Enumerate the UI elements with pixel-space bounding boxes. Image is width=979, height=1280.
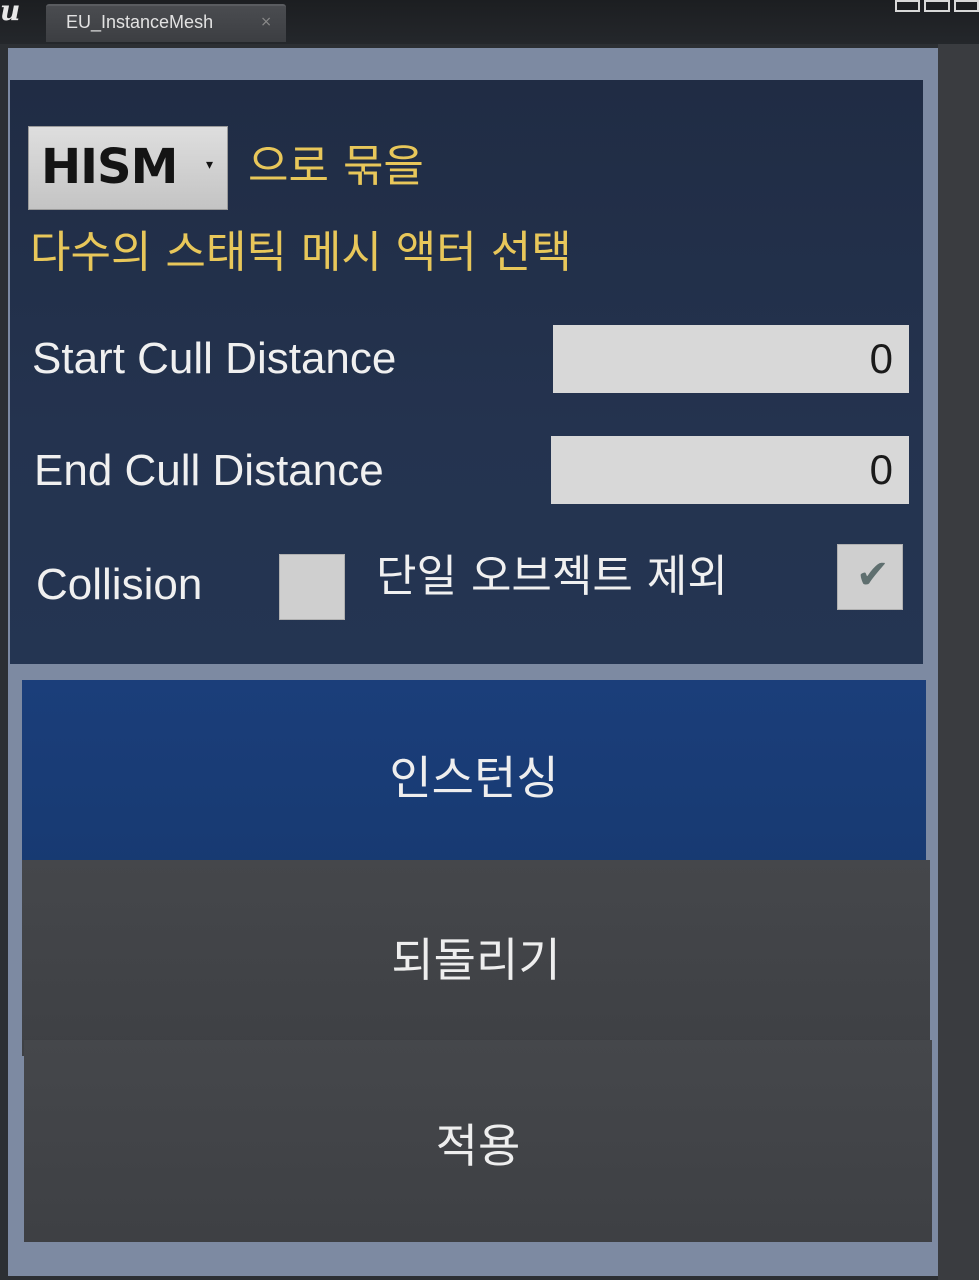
exclude-single-checkbox[interactable]: ✔ xyxy=(837,544,903,610)
app-logo-icon: u xyxy=(0,0,21,27)
window-controls xyxy=(895,0,979,14)
tab-eu-instancemesh[interactable]: EU_InstanceMesh × xyxy=(46,4,286,42)
instruction-text: 다수의 스태틱 메시 액터 선택 xyxy=(30,227,572,278)
group-type-selected: HISM xyxy=(41,139,178,195)
end-cull-input[interactable] xyxy=(551,436,909,504)
revert-button-label: 되돌리기 xyxy=(391,933,561,987)
apply-button-label: 적용 xyxy=(435,1119,521,1173)
end-cull-label: End Cull Distance xyxy=(34,446,384,495)
title-bar: u EU_InstanceMesh × xyxy=(0,0,979,44)
start-cull-label: Start Cull Distance xyxy=(32,334,397,383)
checkmark-icon: ✔ xyxy=(856,552,890,598)
chevron-down-icon: ▾ xyxy=(205,157,213,173)
close-icon[interactable]: × xyxy=(260,14,272,30)
instancing-button-label: 인스턴싱 xyxy=(389,751,559,805)
close-window-icon[interactable] xyxy=(953,0,979,12)
group-type-suffix: 으로 묶을 xyxy=(248,141,424,192)
apply-button[interactable]: 적용 xyxy=(24,1040,932,1242)
collision-label: Collision xyxy=(36,560,203,609)
exclude-single-label: 단일 오브젝트 제외 xyxy=(376,551,728,602)
maximize-icon[interactable] xyxy=(924,0,950,12)
revert-button[interactable]: 되돌리기 xyxy=(22,860,930,1056)
tab-label: EU_InstanceMesh xyxy=(66,12,214,32)
minimize-icon[interactable] xyxy=(895,0,921,12)
right-panel-edge xyxy=(938,44,979,1280)
group-type-dropdown[interactable]: HISM ▾ xyxy=(28,126,228,210)
instancing-button[interactable]: 인스턴싱 xyxy=(22,680,926,868)
start-cull-input[interactable] xyxy=(553,325,909,393)
collision-checkbox[interactable] xyxy=(279,554,345,620)
